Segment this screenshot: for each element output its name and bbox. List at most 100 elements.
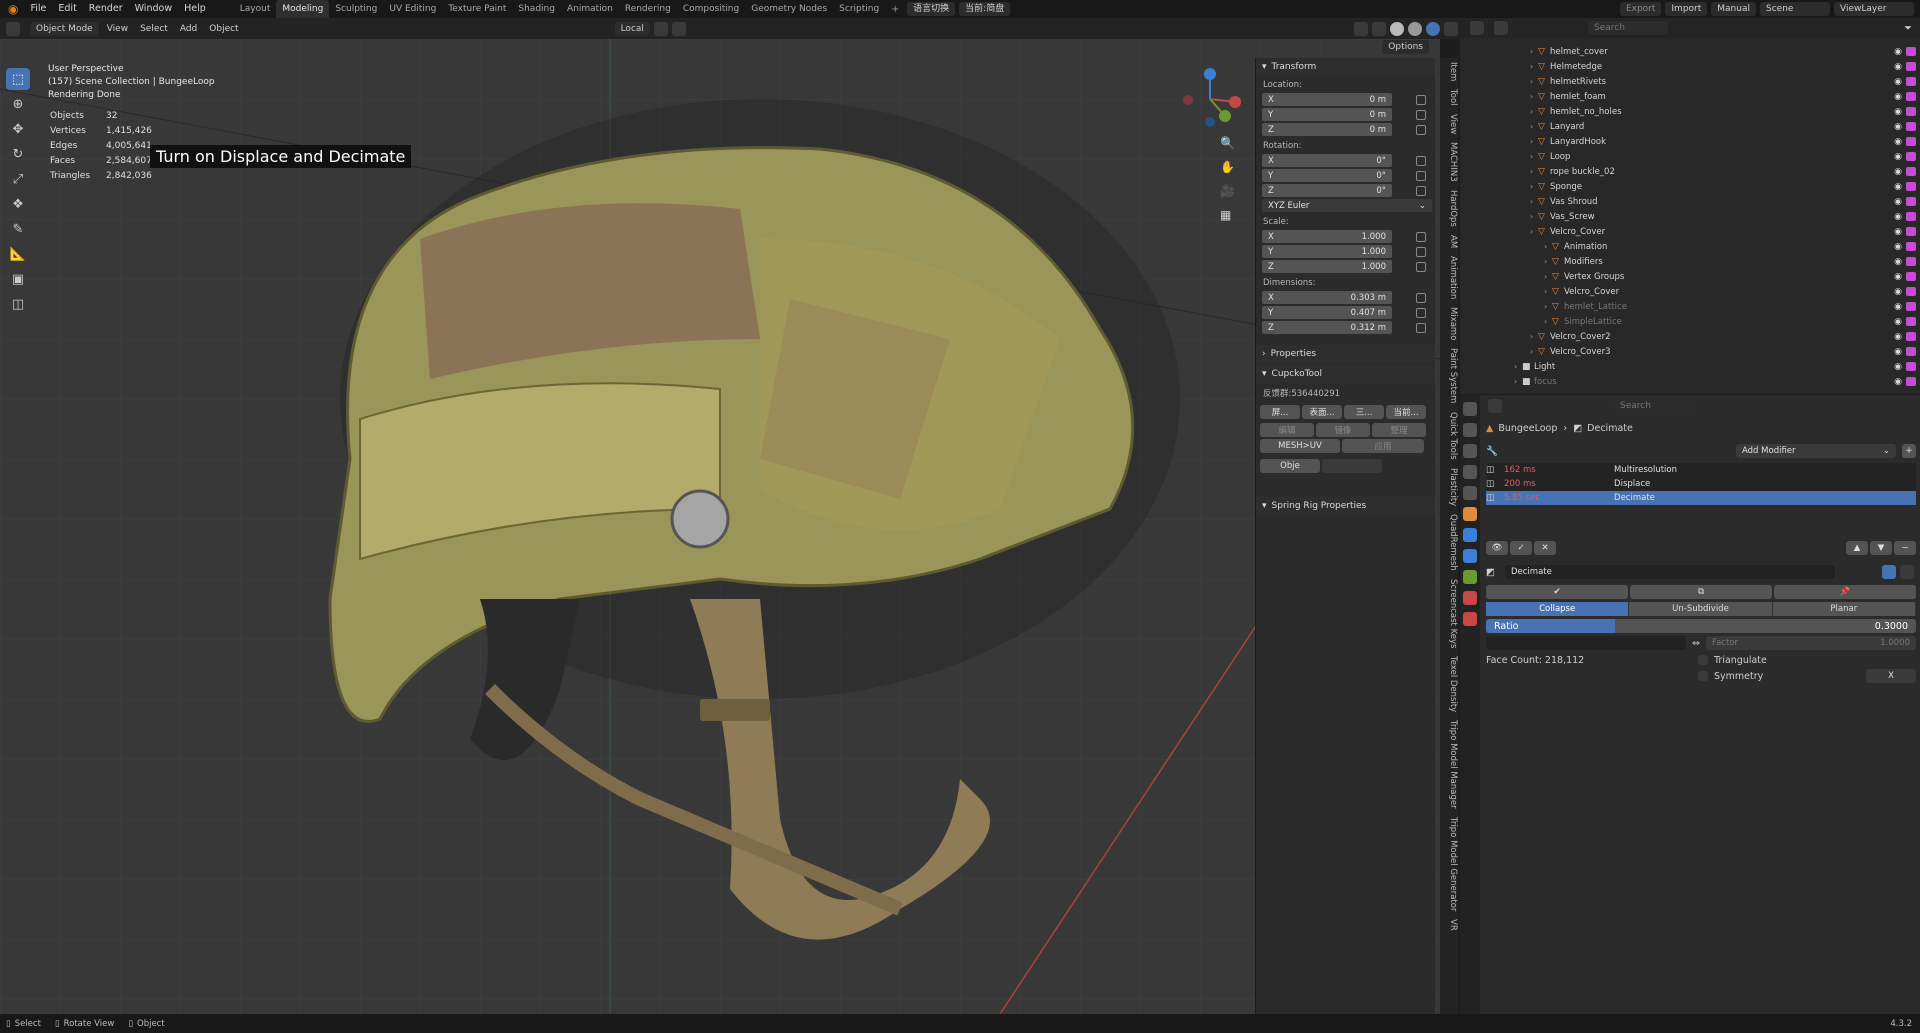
menu-help[interactable]: Help: [178, 0, 212, 18]
render-camera-icon[interactable]: [1906, 211, 1916, 221]
expand-arrow-icon[interactable]: ›: [1514, 362, 1522, 371]
output-tab-icon[interactable]: [1463, 444, 1477, 458]
rotation-mode-dropdown[interactable]: XYZ Euler ⌄: [1262, 199, 1432, 212]
rendered-shading-icon[interactable]: [1426, 21, 1440, 36]
add-panel-button[interactable]: +: [1902, 444, 1916, 458]
ortho-grid-icon[interactable]: ▦: [1220, 203, 1235, 227]
tool-tab-icon[interactable]: [1463, 402, 1477, 416]
sidebar-tab-quadremesh[interactable]: QuadRemesh: [1440, 510, 1458, 575]
xray-icon[interactable]: [1372, 21, 1386, 36]
move-up-icon[interactable]: ▲: [1846, 541, 1868, 555]
data-tab-icon[interactable]: [1463, 570, 1477, 584]
eye-icon[interactable]: ◉: [1894, 182, 1902, 192]
eye-icon[interactable]: ◉: [1894, 92, 1902, 102]
tab-uv-editing[interactable]: UV Editing: [383, 0, 442, 18]
eye-icon[interactable]: ◉: [1894, 242, 1902, 252]
sidebar-tab-mixamo[interactable]: Mixamo: [1440, 303, 1458, 344]
outliner-editor-icon[interactable]: [1470, 21, 1484, 35]
render-camera-icon[interactable]: [1906, 121, 1916, 131]
expand-arrow-icon[interactable]: ›: [1530, 227, 1538, 236]
expand-arrow-icon[interactable]: ›: [1544, 317, 1552, 326]
scene-selector[interactable]: Scene: [1760, 2, 1830, 16]
export-button[interactable]: Export: [1619, 2, 1662, 16]
tab-texture-paint[interactable]: Texture Paint: [442, 0, 512, 18]
sidebar-tab-tool[interactable]: Tool: [1440, 85, 1458, 110]
3d-viewport[interactable]: ⬚ ⊕ ✥ ↻ ⤢ ❖ ✎ 📐 ▣ ◫ User Perspective (15…: [0, 39, 1440, 1014]
sidebar-tab-screencast-keys[interactable]: Screencast Keys: [1440, 575, 1458, 652]
expand-arrow-icon[interactable]: ›: [1530, 62, 1538, 71]
viewport-menu-object[interactable]: Object: [203, 20, 244, 38]
render-camera-icon[interactable]: [1906, 286, 1916, 296]
eye-icon[interactable]: ◉: [1894, 77, 1902, 87]
render-camera-icon[interactable]: [1906, 61, 1916, 71]
filter-icon[interactable]: ⏷: [1904, 23, 1912, 34]
expand-arrow-icon[interactable]: ›: [1544, 302, 1552, 311]
render-camera-icon[interactable]: [1906, 316, 1916, 326]
triangulate-checkbox[interactable]: [1698, 655, 1708, 665]
sidebar-tab-tripo-model-manager[interactable]: Tripo Model Manager: [1440, 716, 1458, 813]
duplicate-modifier-icon[interactable]: ⧉: [1630, 585, 1772, 599]
expand-arrow-icon[interactable]: ›: [1544, 287, 1552, 296]
render-camera-icon[interactable]: [1906, 376, 1916, 386]
move-tool-icon[interactable]: ✥: [6, 118, 30, 140]
outliner-item[interactable]: › ■ focus ◉: [1460, 374, 1920, 389]
navigation-gizmo[interactable]: [1180, 64, 1250, 134]
eye-icon[interactable]: ◉: [1894, 47, 1902, 57]
transform-tool-icon[interactable]: ❖: [6, 193, 30, 215]
tab-rendering[interactable]: Rendering: [619, 0, 677, 18]
scale-tool-icon[interactable]: ⤢: [6, 168, 30, 190]
tab-geometry-nodes[interactable]: Geometry Nodes: [745, 0, 833, 18]
expand-arrow-icon[interactable]: ›: [1530, 107, 1538, 116]
measure-tool-icon[interactable]: 📐: [6, 243, 30, 265]
outliner-search-input[interactable]: Search: [1588, 21, 1668, 35]
decimate-mode-planar[interactable]: Planar: [1772, 602, 1916, 616]
dimensions-x-field[interactable]: X 0.303 m: [1262, 291, 1392, 304]
tab-modeling[interactable]: Modeling: [276, 0, 330, 18]
outliner-item[interactable]: › ▽ Velcro_Cover ◉: [1460, 284, 1920, 299]
eye-icon[interactable]: ◉: [1894, 197, 1902, 207]
eye-icon[interactable]: ◉: [1894, 167, 1902, 177]
factor-field[interactable]: Factor 1.0000: [1705, 636, 1916, 650]
outliner-item[interactable]: › ▽ Velcro_Cover ◉: [1460, 224, 1920, 239]
blender-logo-icon[interactable]: ◉: [8, 2, 18, 16]
cupcko-button-1[interactable]: 屏...: [1260, 405, 1300, 419]
tab-shading[interactable]: Shading: [512, 0, 561, 18]
render-toggle-icon[interactable]: [1900, 565, 1914, 579]
modifier-name-field[interactable]: Decimate: [1504, 565, 1835, 579]
location-z-field[interactable]: Z 0 m: [1262, 123, 1392, 136]
render-camera-icon[interactable]: [1906, 241, 1916, 251]
render-camera-icon[interactable]: [1906, 256, 1916, 266]
sidebar-tab-quick-tools[interactable]: Quick Tools: [1440, 408, 1458, 464]
expand-arrow-icon[interactable]: ›: [1530, 212, 1538, 221]
outliner-item[interactable]: › ▽ SimpleLattice ◉: [1460, 314, 1920, 329]
expand-arrow-icon[interactable]: ›: [1530, 332, 1538, 341]
eye-icon[interactable]: ◉: [1894, 362, 1902, 372]
language-switch-button[interactable]: 语言切换: [907, 2, 956, 16]
lock-icon[interactable]: [1416, 246, 1426, 257]
mode-selector[interactable]: Object Mode: [30, 21, 99, 36]
eye-icon[interactable]: ◉: [1894, 302, 1902, 312]
menu-window[interactable]: Window: [129, 0, 178, 18]
expand-arrow-icon[interactable]: ›: [1530, 182, 1538, 191]
extra-tool-icon[interactable]: ◫: [6, 293, 30, 315]
apply-modifier-check-icon[interactable]: ✔: [1486, 585, 1628, 599]
modifier-row[interactable]: ◫ 162 ms Multiresolution: [1486, 463, 1916, 477]
cupcko-section-header[interactable]: ▾ CupckoTool: [1256, 365, 1435, 383]
outliner-item[interactable]: › ▽ Sponge ◉: [1460, 179, 1920, 194]
render-camera-icon[interactable]: [1906, 271, 1916, 281]
eye-icon[interactable]: ◉: [1894, 257, 1902, 267]
eye-icon[interactable]: ◉: [1894, 137, 1902, 147]
render-camera-icon[interactable]: [1906, 76, 1916, 86]
proportional-edit-icon[interactable]: [671, 21, 686, 36]
menu-edit[interactable]: Edit: [52, 0, 82, 18]
symmetry-axis-dropdown[interactable]: X: [1866, 669, 1916, 683]
ratio-slider[interactable]: Ratio 0.3000: [1486, 619, 1916, 633]
outliner-item[interactable]: › ▽ rope buckle_02 ◉: [1460, 164, 1920, 179]
modifier-row[interactable]: ◫ 5.85 sec Decimate: [1486, 491, 1916, 505]
viewport-menu-view[interactable]: View: [101, 20, 134, 38]
expand-arrow-icon[interactable]: ›: [1530, 197, 1538, 206]
expand-arrow-icon[interactable]: ›: [1530, 167, 1538, 176]
eye-icon[interactable]: ◉: [1894, 62, 1902, 72]
eye-icon[interactable]: ◉: [1894, 152, 1902, 162]
scale-x-field[interactable]: X 1.000: [1262, 230, 1392, 243]
